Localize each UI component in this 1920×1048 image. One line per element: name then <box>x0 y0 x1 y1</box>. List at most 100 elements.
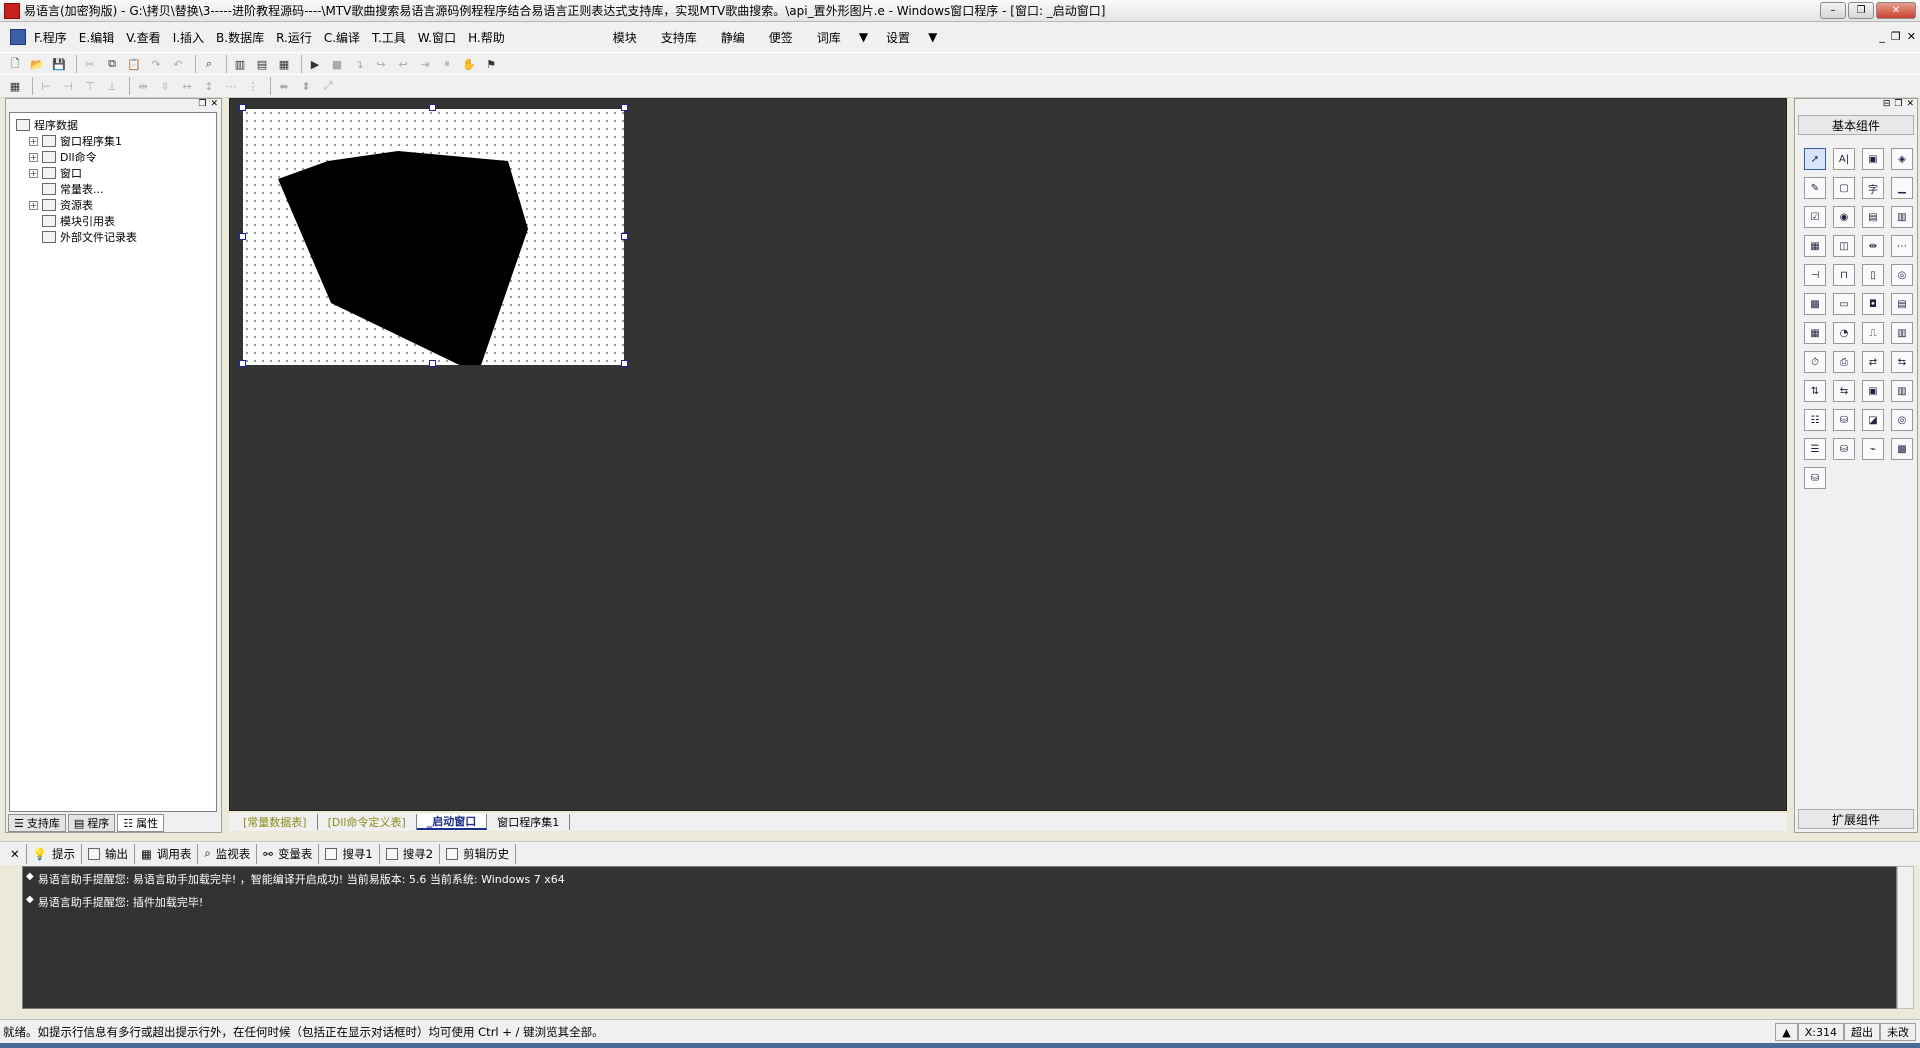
menu-run[interactable]: R.运行 <box>270 29 318 46</box>
menu-help[interactable]: H.帮助 <box>462 29 511 46</box>
break-icon[interactable]: ⏸ <box>438 55 456 73</box>
component-tool-icon[interactable]: ◈ <box>1891 148 1913 170</box>
resize-handle[interactable] <box>621 233 628 240</box>
panel-restore-icon[interactable]: ❐ <box>1894 99 1902 111</box>
mdi-close-button[interactable]: ✕ <box>1907 30 1916 43</box>
menu-module[interactable]: 模块 <box>601 29 649 46</box>
align-bottom-icon[interactable]: ⊥ <box>103 77 121 95</box>
step-into-icon[interactable]: ↴ <box>350 55 368 73</box>
component-tool-icon[interactable]: ▯ <box>1862 264 1884 286</box>
component-tool-icon[interactable]: ✎ <box>1804 177 1826 199</box>
menu-edit[interactable]: E.编辑 <box>73 29 120 46</box>
layout-top-icon[interactable]: ▤ <box>253 55 271 73</box>
component-tool-icon[interactable]: ⛁ <box>1833 438 1855 460</box>
tab-clipboard-history[interactable]: 剪辑历史 <box>440 843 517 864</box>
output-close-icon[interactable]: ✕ <box>4 843 27 864</box>
component-tool-icon[interactable]: ⌁ <box>1862 438 1884 460</box>
component-tool-icon[interactable]: ▦ <box>1804 322 1826 344</box>
step-out-icon[interactable]: ↩ <box>394 55 412 73</box>
expand-icon[interactable]: + <box>29 168 38 178</box>
align-top-icon[interactable]: ⊤ <box>81 77 99 95</box>
component-tool-icon[interactable]: ⏱ <box>1804 351 1826 373</box>
menu-program[interactable]: F.程序 <box>28 29 73 46</box>
same-size-icon[interactable]: ⤢ <box>319 77 337 95</box>
copy-icon[interactable]: ⧉ <box>103 55 121 73</box>
component-tool-icon[interactable]: ☷ <box>1804 409 1826 431</box>
settings-dropdown-icon[interactable]: ▼ <box>922 30 943 44</box>
run-icon[interactable]: ▶ <box>306 55 324 73</box>
paste-icon[interactable]: 📋 <box>125 55 143 73</box>
component-tool-icon[interactable]: ▤ <box>1891 293 1913 315</box>
open-file-icon[interactable]: 📂 <box>28 55 46 73</box>
component-tool-icon[interactable]: ▥ <box>1891 380 1913 402</box>
find-icon[interactable]: ⌕ <box>200 55 218 73</box>
tree-node-program-data[interactable]: 程序数据 <box>16 117 216 133</box>
component-tool-icon[interactable]: ⇹ <box>1862 235 1884 257</box>
panel-close-icon[interactable]: ✕ <box>1906 99 1914 111</box>
component-tool-icon[interactable]: ☑ <box>1804 206 1826 228</box>
tree-node-external-files[interactable]: 外部文件记录表 <box>16 229 216 245</box>
resize-handle[interactable] <box>239 104 246 111</box>
tab-hints[interactable]: 💡 提示 <box>27 843 82 864</box>
tree-node-resources[interactable]: + 资源表 <box>16 197 216 213</box>
mdi-minimize-button[interactable]: _ <box>1879 30 1885 43</box>
resize-handle[interactable] <box>621 360 628 367</box>
step-over-icon[interactable]: ↪ <box>372 55 390 73</box>
cut-icon[interactable]: ✂ <box>81 55 99 73</box>
pointer-tool-icon[interactable]: ➚ <box>1804 148 1826 170</box>
expand-icon[interactable]: + <box>29 200 38 210</box>
component-tool-icon[interactable]: ⊓ <box>1833 264 1855 286</box>
component-tool-icon[interactable]: ◉ <box>1833 206 1855 228</box>
component-tool-icon[interactable]: ▣ <box>1862 380 1884 402</box>
design-workspace[interactable] <box>229 98 1787 811</box>
component-tool-icon[interactable]: ◔ <box>1833 322 1855 344</box>
component-tool-icon[interactable]: ◘ <box>1862 293 1884 315</box>
component-tool-icon[interactable]: 字 <box>1862 177 1884 199</box>
design-form[interactable] <box>243 109 624 365</box>
same-size-v-icon[interactable]: ⬍ <box>297 77 315 95</box>
panel-pin-icon[interactable]: ⊟ <box>1883 99 1891 111</box>
new-file-icon[interactable]: 🗋 <box>6 55 24 73</box>
component-tool-icon[interactable]: ◎ <box>1891 409 1913 431</box>
component-tool-icon[interactable]: ▩ <box>1804 293 1826 315</box>
component-tool-icon[interactable]: ⇅ <box>1804 380 1826 402</box>
component-tool-icon[interactable]: ▤ <box>1862 206 1884 228</box>
same-width-icon[interactable]: ↔ <box>178 77 196 95</box>
tab-support-lib[interactable]: ☰ 支持库 <box>8 814 66 832</box>
resize-handle[interactable] <box>429 104 436 111</box>
component-tool-icon[interactable]: ◫ <box>1833 235 1855 257</box>
component-tool-icon[interactable]: ⇆ <box>1891 351 1913 373</box>
menu-window[interactable]: W.窗口 <box>412 29 462 46</box>
redo-icon[interactable]: ↷ <box>147 55 165 73</box>
tree-node-module-refs[interactable]: 模块引用表 <box>16 213 216 229</box>
layout-left-icon[interactable]: ▥ <box>231 55 249 73</box>
component-tool-icon[interactable]: ▢ <box>1833 177 1855 199</box>
component-tool-icon[interactable]: ⊣ <box>1804 264 1826 286</box>
panel-restore-icon[interactable]: ❐ <box>198 99 206 111</box>
center-vertical-icon[interactable]: ⇳ <box>156 77 174 95</box>
up-arrow-icon[interactable]: ▲ <box>1775 1023 1798 1041</box>
expand-icon[interactable]: + <box>29 136 38 146</box>
run-to-cursor-icon[interactable]: ⇥ <box>416 55 434 73</box>
menu-database[interactable]: B.数据库 <box>210 29 270 46</box>
component-tool-icon[interactable]: ☰ <box>1804 438 1826 460</box>
component-tool-icon[interactable]: ▥ <box>1891 206 1913 228</box>
same-height-icon[interactable]: ↕ <box>200 77 218 95</box>
tab-call-stack[interactable]: ▦ 调用表 <box>135 843 199 864</box>
stop-icon[interactable]: ■ <box>328 55 346 73</box>
menu-lexicon[interactable]: 词库 <box>805 29 853 46</box>
lexicon-dropdown-icon[interactable]: ▼ <box>853 30 874 44</box>
component-tool-icon[interactable]: ⎍ <box>1862 322 1884 344</box>
layout-split-icon[interactable]: ▦ <box>275 55 293 73</box>
restore-button[interactable]: ❐ <box>1848 2 1874 19</box>
component-tool-icon[interactable]: A| <box>1833 148 1855 170</box>
space-vertical-icon[interactable]: ⋮ <box>244 77 262 95</box>
extended-components-header[interactable]: 扩展组件 <box>1798 809 1914 829</box>
tab-window-assembly[interactable]: 窗口程序集1 <box>487 814 571 830</box>
basic-components-header[interactable]: 基本组件 <box>1798 115 1914 135</box>
menu-notes[interactable]: 便签 <box>757 29 805 46</box>
output-panel[interactable]: ◆ 易语言助手提醒您: 易语言助手加载完毕! ，智能编译开启成功! 当前易版本: … <box>22 866 1897 1009</box>
tab-output[interactable]: 输出 <box>82 843 135 864</box>
menu-insert[interactable]: I.插入 <box>167 29 210 46</box>
tab-search1[interactable]: 搜寻1 <box>319 843 380 864</box>
